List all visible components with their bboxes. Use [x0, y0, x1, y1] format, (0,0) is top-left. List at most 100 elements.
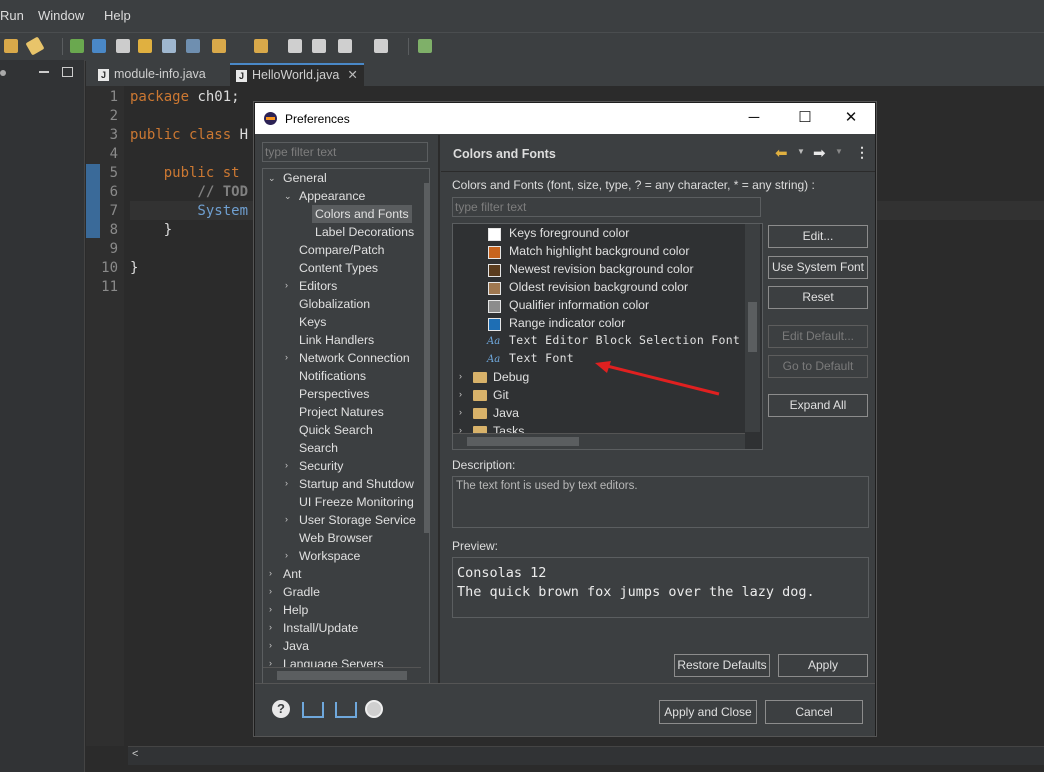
menu-help[interactable]: Help — [104, 8, 131, 23]
chevron-right-icon[interactable]: › — [269, 568, 272, 578]
chevron-down-icon[interactable]: ▼ — [797, 147, 805, 156]
tree-item-content-types[interactable]: Content Types — [299, 259, 378, 277]
tree-item-editors[interactable]: Editors — [299, 277, 337, 295]
color-item[interactable]: Qualifier information color — [509, 296, 649, 314]
tree-item-startup-and-shutdown[interactable]: Startup and Shutdow — [299, 475, 414, 493]
chevron-down-icon[interactable]: ▼ — [835, 147, 843, 156]
back-arrow-icon[interactable]: ⬅ — [775, 144, 788, 162]
forward-arrow-icon[interactable]: ➡ — [813, 144, 826, 162]
font-item-text-font[interactable]: Text Font — [509, 349, 574, 367]
tree-item-project-natures[interactable]: Project Natures — [299, 403, 384, 421]
maximize-window-icon[interactable]: ☐ — [793, 107, 817, 129]
tree-item-colors-and-fonts[interactable]: Colors and Fonts — [312, 205, 412, 223]
close-tab-icon[interactable]: ✕ — [347, 68, 357, 82]
use-system-font-button[interactable]: Use System Font — [768, 256, 868, 279]
category-item[interactable]: Java — [493, 404, 519, 422]
tree-item-workspace[interactable]: Workspace — [299, 547, 360, 565]
close-window-icon[interactable]: ✕ — [839, 107, 863, 129]
category-item[interactable]: Git — [493, 386, 509, 404]
tree-item-network-connections[interactable]: Network Connection — [299, 349, 410, 367]
brush-icon[interactable] — [25, 36, 45, 56]
record-icon[interactable] — [365, 700, 383, 718]
tree-item-help[interactable]: Help — [283, 601, 308, 619]
open-folder-icon[interactable] — [4, 39, 18, 53]
edit-button[interactable]: Edit... — [768, 225, 868, 248]
chevron-down-icon[interactable]: ⌄ — [268, 173, 276, 184]
colors-horizontal-scrollbar[interactable] — [453, 433, 745, 449]
chevron-right-icon[interactable]: › — [459, 389, 462, 399]
tree-item-ui-freeze-monitoring[interactable]: UI Freeze Monitoring — [299, 493, 414, 511]
open-perspective-icon[interactable] — [418, 39, 432, 53]
chevron-right-icon[interactable]: › — [285, 352, 288, 362]
export-icon[interactable] — [335, 702, 357, 718]
back-arrow-icon[interactable] — [338, 39, 352, 53]
maximize-icon[interactable] — [62, 67, 73, 77]
preferences-tree[interactable]: ⌄ General ⌄ Appearance Colors and Fonts … — [262, 168, 430, 684]
restore-defaults-button[interactable]: Restore Defaults — [674, 654, 770, 677]
next-annotation-icon[interactable] — [212, 39, 226, 53]
view-menu-icon[interactable]: ⋮ — [855, 144, 869, 161]
colors-fonts-tree[interactable]: Keys foreground color Match highlight ba… — [452, 223, 763, 450]
menu-window[interactable]: Window — [38, 8, 84, 23]
tree-item-label-decorations[interactable]: Label Decorations — [315, 223, 414, 241]
menu-run[interactable]: Run — [0, 8, 24, 23]
apply-and-close-button[interactable]: Apply and Close — [659, 700, 757, 724]
tree-item-appearance[interactable]: Appearance — [299, 187, 365, 205]
tree-item-gradle[interactable]: Gradle — [283, 583, 320, 601]
go-to-default-button[interactable]: Go to Default — [768, 355, 868, 378]
tree-item-keys[interactable]: Keys — [299, 313, 326, 331]
tree-item-search[interactable]: Search — [299, 439, 338, 457]
cancel-button[interactable]: Cancel — [765, 700, 863, 724]
reset-button[interactable]: Reset — [768, 286, 868, 309]
scrollbar-thumb[interactable] — [424, 183, 429, 533]
scrollbar-thumb[interactable] — [748, 302, 757, 352]
tree-item-compare-patch[interactable]: Compare/Patch — [299, 241, 384, 259]
edit-default-button[interactable]: Edit Default... — [768, 325, 868, 348]
document-icon[interactable] — [162, 39, 176, 53]
chevron-right-icon[interactable]: › — [285, 514, 288, 524]
tree-item-link-handlers[interactable]: Link Handlers — [299, 331, 374, 349]
apply-button[interactable]: Apply — [778, 654, 868, 677]
minimize-icon[interactable] — [39, 71, 49, 73]
chevron-right-icon[interactable]: › — [269, 640, 272, 650]
tree-item-web-browser[interactable]: Web Browser — [299, 529, 373, 547]
splitter[interactable] — [438, 135, 440, 683]
last-edit-icon[interactable] — [288, 39, 302, 53]
chevron-right-icon[interactable]: › — [285, 478, 288, 488]
show-whitespace-icon[interactable] — [186, 39, 200, 53]
chevron-right-icon[interactable]: › — [459, 407, 462, 417]
chevron-right-icon[interactable]: › — [459, 371, 462, 381]
tree-horizontal-scrollbar[interactable] — [263, 667, 421, 683]
task-icon[interactable] — [116, 39, 130, 53]
tree-item-general[interactable]: General — [283, 169, 327, 187]
chevron-right-icon[interactable]: › — [285, 550, 288, 560]
tree-item-java[interactable]: Java — [283, 637, 309, 655]
chevron-right-icon[interactable]: › — [269, 604, 272, 614]
color-item[interactable]: Newest revision background color — [509, 260, 694, 278]
chevron-right-icon[interactable]: › — [285, 460, 288, 470]
preferences-filter-input[interactable]: type filter text — [262, 142, 428, 162]
color-item[interactable]: Range indicator color — [509, 314, 625, 332]
color-item[interactable]: Oldest revision background color — [509, 278, 688, 296]
view-menu-icon[interactable] — [0, 70, 6, 76]
tree-item-notifications[interactable]: Notifications — [299, 367, 366, 385]
scrollbar-thumb[interactable] — [467, 437, 579, 446]
tree-item-ant[interactable]: Ant — [283, 565, 301, 583]
tab-helloworld[interactable]: J HelloWorld.java ✕ — [230, 63, 364, 86]
color-item[interactable]: Match highlight background color — [509, 242, 689, 260]
chevron-right-icon[interactable]: › — [285, 280, 288, 290]
java-perspective-icon[interactable] — [70, 39, 84, 53]
tree-item-perspectives[interactable]: Perspectives — [299, 385, 369, 403]
chevron-right-icon[interactable]: › — [269, 586, 272, 596]
highlight-icon[interactable] — [92, 39, 106, 53]
chevron-right-icon[interactable]: › — [269, 622, 272, 632]
editor-horizontal-scrollbar[interactable]: < — [128, 746, 1044, 765]
open-type-icon[interactable] — [138, 39, 152, 53]
font-item[interactable]: Text Editor Block Selection Font — [509, 331, 740, 349]
help-icon[interactable]: ? — [272, 700, 290, 718]
forward-arrow-icon[interactable] — [374, 39, 388, 53]
tree-item-globalization[interactable]: Globalization — [299, 295, 370, 313]
previous-annotation-icon[interactable] — [254, 39, 268, 53]
colors-filter-input[interactable]: type filter text — [452, 197, 761, 217]
tree-item-language-servers[interactable]: Language Servers — [283, 655, 384, 667]
